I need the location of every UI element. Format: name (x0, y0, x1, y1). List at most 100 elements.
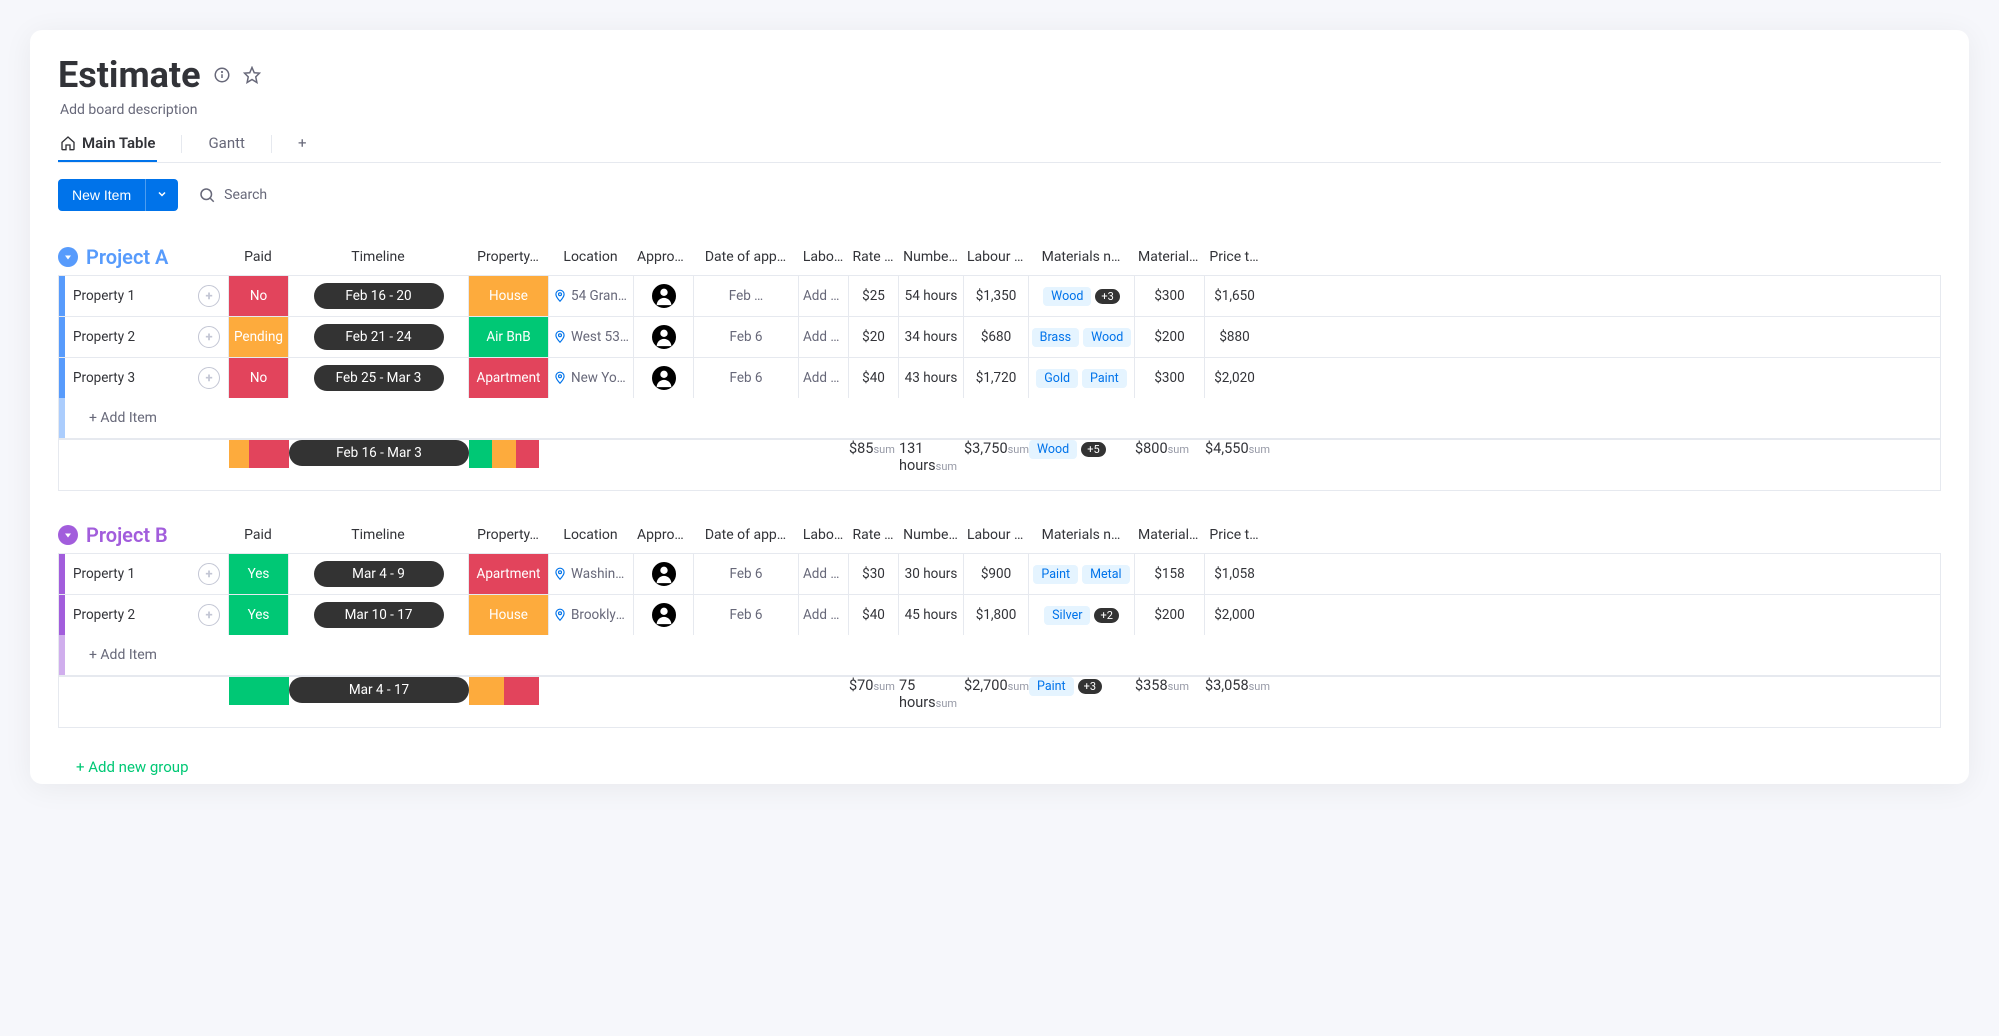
column-header[interactable]: Date of app… (693, 521, 798, 549)
rate-cell[interactable]: $25 (848, 276, 898, 316)
material-cost-cell[interactable]: $200 (1134, 595, 1204, 635)
column-header[interactable]: Approver (633, 243, 693, 271)
property-cell[interactable]: Air BnB (468, 317, 548, 357)
hours-cell[interactable]: 45 hours (898, 595, 963, 635)
location-cell[interactable]: West 53r… (548, 317, 633, 357)
info-icon[interactable] (213, 66, 231, 84)
column-header[interactable]: Paid (228, 243, 288, 271)
add-group-button[interactable]: + Add new group (58, 754, 1941, 776)
table-row[interactable]: Property 3+NoFeb 25 - Mar 3ApartmentNew … (58, 357, 1941, 398)
labour-cost-cell[interactable]: $1,350 (963, 276, 1028, 316)
timeline-cell[interactable]: Mar 10 - 17 (288, 595, 468, 635)
column-header[interactable]: Labour c… (963, 521, 1028, 549)
location-cell[interactable]: Washingt… (548, 554, 633, 594)
column-header[interactable]: Rate … (848, 243, 898, 271)
tab-gantt[interactable]: Gantt (206, 126, 246, 162)
paid-cell[interactable]: Pending (228, 317, 288, 357)
item-name-cell[interactable]: Property 2+ (58, 595, 228, 635)
labour-cost-cell[interactable]: $1,800 (963, 595, 1028, 635)
hours-cell[interactable]: 43 hours (898, 358, 963, 398)
add-item-row[interactable]: + Add Item (58, 398, 1941, 439)
table-row[interactable]: Property 1+NoFeb 16 - 20House54 Grand…Fe… (58, 275, 1941, 316)
avatar[interactable] (650, 364, 678, 392)
table-row[interactable]: Property 2+PendingFeb 21 - 24Air BnBWest… (58, 316, 1941, 357)
rate-cell[interactable]: $40 (848, 358, 898, 398)
material-cost-cell[interactable]: $158 (1134, 554, 1204, 594)
labour-cost-cell[interactable]: $900 (963, 554, 1028, 594)
approver-cell[interactable] (633, 554, 693, 594)
item-name-cell[interactable]: Property 3+ (58, 358, 228, 398)
avatar[interactable] (650, 601, 678, 629)
column-header[interactable]: Date of app… (693, 243, 798, 271)
avatar[interactable] (650, 323, 678, 351)
timeline-cell[interactable]: Feb 16 - 20 (288, 276, 468, 316)
table-row[interactable]: Property 1+YesMar 4 - 9ApartmentWashingt… (58, 553, 1941, 594)
paid-cell[interactable]: No (228, 358, 288, 398)
labour-desc-cell[interactable]: Add d… (798, 554, 848, 594)
location-cell[interactable]: New Yor… (548, 358, 633, 398)
property-cell[interactable]: House (468, 595, 548, 635)
price-cell[interactable]: $2,020 (1204, 358, 1264, 398)
materials-cell[interactable]: GoldPaint (1028, 358, 1134, 398)
collapse-toggle[interactable] (58, 525, 78, 545)
labour-desc-cell[interactable]: Add d… (798, 358, 848, 398)
date-cell[interactable]: Feb 6 (693, 358, 798, 398)
column-header[interactable]: Material … (1134, 243, 1204, 271)
column-header[interactable]: Rate … (848, 521, 898, 549)
conversation-icon[interactable]: + (198, 367, 220, 389)
avatar[interactable] (650, 560, 678, 588)
group-title[interactable]: Project B (86, 523, 168, 547)
labour-cost-cell[interactable]: $680 (963, 317, 1028, 357)
labour-desc-cell[interactable]: Add d… (798, 317, 848, 357)
price-cell[interactable]: $880 (1204, 317, 1264, 357)
new-item-button[interactable]: New Item (58, 179, 145, 211)
group-title[interactable]: Project A (86, 245, 168, 269)
approver-cell[interactable] (633, 358, 693, 398)
timeline-cell[interactable]: Mar 4 - 9 (288, 554, 468, 594)
hours-cell[interactable]: 30 hours (898, 554, 963, 594)
add-item-row[interactable]: + Add Item (58, 635, 1941, 676)
rate-cell[interactable]: $40 (848, 595, 898, 635)
column-header[interactable]: Material … (1134, 521, 1204, 549)
property-cell[interactable]: Apartment (468, 358, 548, 398)
materials-cell[interactable]: Wood+3 (1028, 276, 1134, 316)
column-header[interactable]: Numbe… (898, 243, 963, 271)
conversation-icon[interactable]: + (198, 285, 220, 307)
column-header[interactable]: Paid (228, 521, 288, 549)
price-cell[interactable]: $1,650 (1204, 276, 1264, 316)
column-header[interactable]: Labo… (798, 243, 848, 271)
approver-cell[interactable] (633, 595, 693, 635)
paid-cell[interactable]: Yes (228, 554, 288, 594)
labour-cost-cell[interactable]: $1,720 (963, 358, 1028, 398)
column-header[interactable]: Timeline (288, 521, 468, 549)
column-header[interactable]: Price t… (1204, 521, 1264, 549)
column-header[interactable]: Numbe… (898, 521, 963, 549)
item-name-cell[interactable]: Property 1+ (58, 276, 228, 316)
conversation-icon[interactable]: + (198, 604, 220, 626)
price-cell[interactable]: $2,000 (1204, 595, 1264, 635)
property-cell[interactable]: House (468, 276, 548, 316)
timeline-cell[interactable]: Feb 21 - 24 (288, 317, 468, 357)
material-cost-cell[interactable]: $300 (1134, 358, 1204, 398)
column-header[interactable]: Location (548, 521, 633, 549)
material-cost-cell[interactable]: $200 (1134, 317, 1204, 357)
property-cell[interactable]: Apartment (468, 554, 548, 594)
new-item-dropdown[interactable] (145, 179, 178, 211)
material-cost-cell[interactable]: $300 (1134, 276, 1204, 316)
conversation-icon[interactable]: + (198, 326, 220, 348)
column-header[interactable]: Price t… (1204, 243, 1264, 271)
board-description[interactable]: Add board description (60, 102, 1941, 118)
approver-cell[interactable] (633, 317, 693, 357)
labour-desc-cell[interactable]: Add d… (798, 595, 848, 635)
date-cell[interactable]: Feb 6 (693, 317, 798, 357)
item-name-cell[interactable]: Property 1+ (58, 554, 228, 594)
table-row[interactable]: Property 2+YesMar 10 - 17HouseBrooklyn,…… (58, 594, 1941, 635)
column-header[interactable]: Location (548, 243, 633, 271)
search-input[interactable]: Search (198, 186, 267, 204)
date-cell[interactable]: Feb 6 (693, 554, 798, 594)
hours-cell[interactable]: 34 hours (898, 317, 963, 357)
tab-main-table[interactable]: Main Table (58, 126, 157, 162)
avatar[interactable] (650, 282, 678, 310)
materials-cell[interactable]: PaintMetal (1028, 554, 1134, 594)
materials-cell[interactable]: Silver+2 (1028, 595, 1134, 635)
